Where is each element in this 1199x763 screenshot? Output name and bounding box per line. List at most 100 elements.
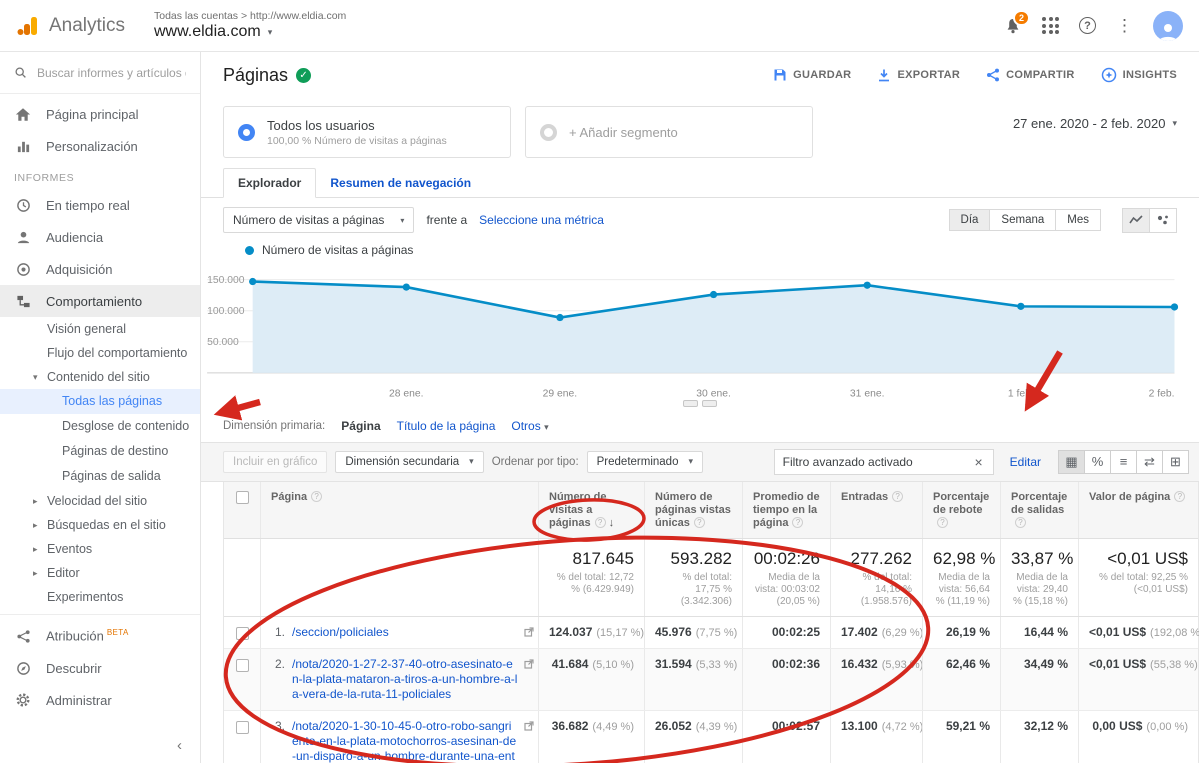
sidebar-item-behavior-flow[interactable]: Flujo del comportamiento	[0, 341, 200, 365]
sidebar-collapse-button[interactable]: ‹	[0, 727, 200, 763]
plot-rows-button[interactable]: Incluir en gráfico	[223, 451, 327, 473]
tab-navigation-summary[interactable]: Resumen de navegación	[316, 169, 485, 197]
chevron-right-icon: ▸	[33, 494, 38, 509]
more-options-button[interactable]: ⋮	[1116, 17, 1133, 34]
granularity-week-button[interactable]: Semana	[989, 209, 1056, 231]
granularity-month-button[interactable]: Mes	[1055, 209, 1101, 231]
svg-text:31 ene.: 31 ene.	[850, 389, 885, 400]
sidebar-item-all-pages[interactable]: Todas las páginas	[0, 389, 200, 414]
sidebar-item-home[interactable]: Página principal	[0, 98, 200, 130]
row-checkbox[interactable]	[224, 617, 260, 648]
table-view-button[interactable]: ▦	[1058, 450, 1085, 474]
notifications-button[interactable]: 2	[1004, 17, 1022, 35]
secondary-dimension-button[interactable]: Dimensión secundaria ▾	[335, 451, 483, 473]
share-button[interactable]: COMPARTIR	[986, 68, 1075, 82]
sidebar-item-behavior-overview[interactable]: Visión general	[0, 317, 200, 341]
sidebar-item-experiments[interactable]: Experimentos	[0, 585, 200, 609]
dimension-page-title[interactable]: Título de la página	[397, 419, 496, 433]
status-ok-icon: ✓	[296, 68, 311, 83]
tab-explorer[interactable]: Explorador	[223, 168, 316, 198]
cell-page-value: 0,00 US$(0,00 %)	[1078, 711, 1198, 763]
insights-button[interactable]: INSIGHTS	[1101, 67, 1177, 83]
dimension-more[interactable]: Otros ▾	[511, 419, 548, 433]
close-icon[interactable]: ×	[972, 454, 984, 470]
sidebar-item-site-speed[interactable]: ▸ Velocidad del sitio	[0, 489, 200, 513]
header-avg-time[interactable]: Promedio de tiempo en la página?	[742, 482, 830, 538]
sidebar-item-events[interactable]: ▸ Eventos	[0, 537, 200, 561]
sidebar-item-behavior[interactable]: Comportamiento	[0, 285, 200, 317]
add-segment-button[interactable]: + Añadir segmento	[525, 106, 813, 158]
pivot-view-icon: ⊞	[1170, 454, 1181, 470]
granularity-day-button[interactable]: Día	[949, 209, 991, 231]
export-button[interactable]: EXPORTAR	[877, 68, 960, 82]
sidebar-item-publisher[interactable]: ▸ Editor	[0, 561, 200, 585]
sidebar-item-customization[interactable]: Personalización	[0, 130, 200, 162]
sidebar-item-site-search[interactable]: ▸ Búsquedas en el sitio	[0, 513, 200, 537]
select-all-checkbox[interactable]	[224, 482, 260, 538]
sidebar-item-site-content[interactable]: ▾ Contenido del sitio	[0, 365, 200, 389]
sidebar-item-discover[interactable]: Descubrir	[0, 652, 200, 684]
page-link[interactable]: /nota/2020-1-30-10-45-0-otro-robo-sangri…	[292, 719, 518, 763]
cell-exit-rate: 32,12 %	[1000, 711, 1078, 763]
svg-text:50.000: 50.000	[207, 337, 239, 348]
pivot-view-button[interactable]: ⊞	[1162, 450, 1189, 474]
sidebar-item-realtime[interactable]: En tiempo real	[0, 189, 200, 221]
motion-chart-view-button[interactable]	[1149, 208, 1177, 233]
avatar[interactable]	[1153, 11, 1183, 41]
line-chart-view-button[interactable]	[1122, 208, 1150, 233]
comparison-view-button[interactable]: ⇄	[1136, 450, 1163, 474]
compass-icon	[14, 661, 32, 676]
save-button[interactable]: GUARDAR	[773, 68, 851, 82]
header-pageviews[interactable]: Número de visitas a páginas?↓	[538, 482, 644, 538]
timeline-handle[interactable]	[683, 400, 698, 407]
line-chart-icon	[1129, 214, 1143, 226]
page-link[interactable]: /nota/2020-1-27-2-37-40-otro-asesinato-e…	[292, 657, 518, 702]
apps-grid-button[interactable]	[1042, 17, 1059, 34]
row-checkbox[interactable]	[224, 649, 260, 710]
analytics-logo[interactable]: Analytics	[16, 14, 144, 38]
sidebar-item-acquisition[interactable]: Adquisición	[0, 253, 200, 285]
sidebar-item-admin[interactable]: Administrar	[0, 684, 200, 716]
sidebar-item-content-drilldown[interactable]: Desglose de contenido	[0, 414, 200, 439]
header-page[interactable]: Página?	[260, 482, 538, 538]
row-checkbox[interactable]	[224, 711, 260, 763]
header-exit-rate[interactable]: Porcentaje de salidas?	[1000, 482, 1078, 538]
property-selector[interactable]: www.eldia.com ▾	[154, 23, 346, 41]
timeline-handle[interactable]	[702, 400, 717, 407]
chart-legend: Número de visitas a páginas	[201, 239, 1199, 259]
help-icon: ?	[311, 491, 322, 502]
customization-icon	[14, 139, 32, 154]
comparison-view-icon: ⇄	[1144, 454, 1155, 470]
metric-selector[interactable]: Número de visitas a páginas ▾	[223, 207, 414, 233]
sidebar-item-exit-pages[interactable]: Páginas de salida	[0, 464, 200, 489]
svg-text:100.000: 100.000	[207, 306, 245, 317]
performance-view-button[interactable]: ≡	[1110, 450, 1137, 474]
save-icon	[773, 68, 787, 82]
external-link-icon[interactable]	[524, 626, 534, 640]
sidebar-search[interactable]	[0, 52, 200, 94]
select-metric-link[interactable]: Seleccione una métrica	[479, 213, 604, 227]
advanced-filter-box[interactable]: Filtro avanzado activado ×	[774, 449, 994, 475]
performance-view-icon: ≡	[1120, 454, 1128, 469]
header-page-value[interactable]: Valor de página?	[1078, 482, 1198, 538]
header-bounce-rate[interactable]: Porcentaje de rebote?	[922, 482, 1000, 538]
external-link-icon[interactable]	[524, 658, 534, 672]
dimension-page[interactable]: Página	[341, 419, 380, 433]
header-entrances[interactable]: Entradas?	[830, 482, 922, 538]
sidebar-item-audience[interactable]: Audiencia	[0, 221, 200, 253]
help-button[interactable]: ?	[1079, 17, 1096, 34]
sort-type-selector[interactable]: Predeterminado ▾	[587, 451, 703, 473]
sidebar-item-landing-pages[interactable]: Páginas de destino	[0, 439, 200, 464]
segment-title: Todos los usuarios	[267, 118, 447, 133]
percentage-view-button[interactable]: %	[1084, 450, 1111, 474]
sidebar-item-label: Personalización	[46, 139, 138, 154]
external-link-icon[interactable]	[524, 720, 534, 734]
dimension-bar: Dimensión primaria: Página Título de la …	[201, 410, 1199, 442]
page-link[interactable]: /seccion/policiales	[292, 625, 389, 640]
edit-filter-link[interactable]: Editar	[1010, 455, 1041, 469]
segment-all-users[interactable]: Todos los usuarios 100,00 % Número de vi…	[223, 106, 511, 158]
header-unique-pageviews[interactable]: Número de páginas vistas únicas?	[644, 482, 742, 538]
sidebar-item-attribution[interactable]: AtribuciónBETA	[0, 620, 200, 652]
search-input[interactable]	[37, 66, 186, 80]
date-range-selector[interactable]: 27 ene. 2020 - 2 feb. 2020 ▾	[1013, 106, 1177, 131]
